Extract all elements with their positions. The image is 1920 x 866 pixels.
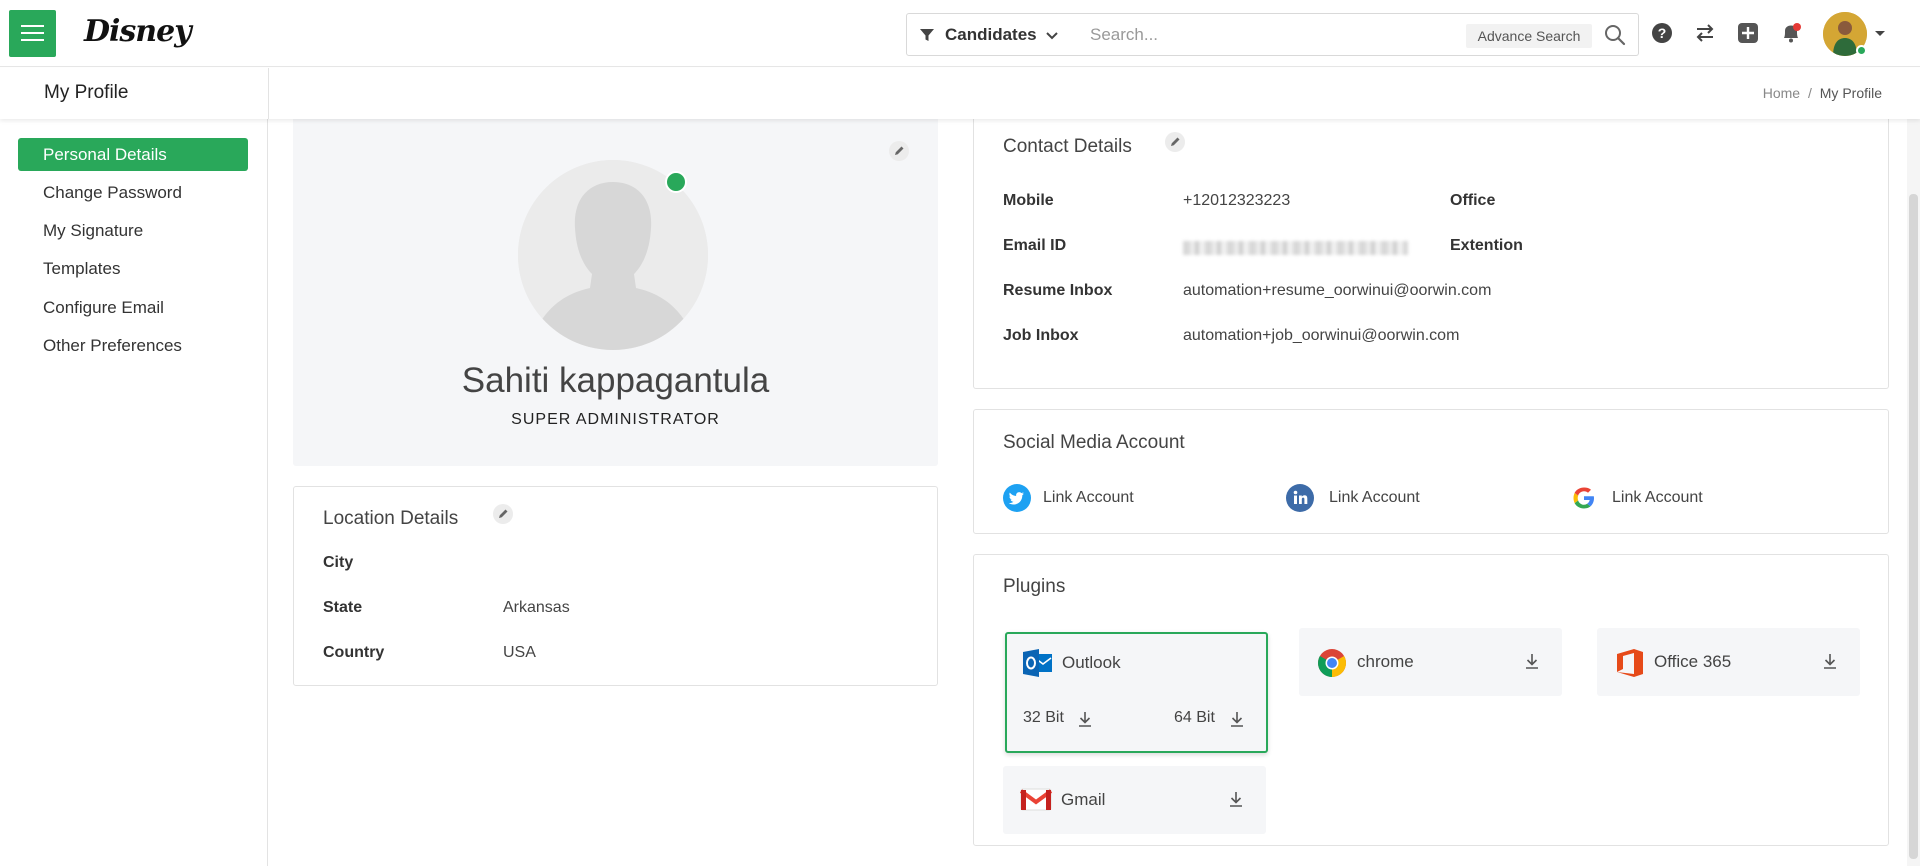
profile-online-dot — [665, 171, 687, 193]
edit-profile-button[interactable] — [889, 141, 909, 161]
chrome-icon — [1318, 649, 1346, 677]
sidebar-item-configure-email[interactable]: Configure Email — [18, 291, 248, 324]
chrome-plugin-card[interactable]: chrome — [1299, 628, 1562, 696]
mobile-value: +12012323223 — [1183, 192, 1291, 209]
breadcrumb: Home / My Profile — [1763, 85, 1882, 101]
edit-location-button[interactable] — [493, 504, 513, 524]
office365-icon — [1617, 649, 1643, 677]
breadcrumb-separator: / — [1807, 85, 1812, 101]
country-label: Country — [323, 644, 385, 661]
location-details-title: Location Details — [323, 508, 459, 529]
mobile-label: Mobile — [1003, 192, 1054, 209]
app-logo[interactable]: Disney — [84, 14, 192, 49]
download-64bit-icon[interactable] — [1228, 710, 1246, 728]
download-office365-icon[interactable] — [1821, 652, 1839, 670]
location-details-card: Location Details City State Arkansas Cou… — [293, 486, 938, 686]
page-scrollbar[interactable] — [1907, 119, 1920, 866]
state-label: State — [323, 599, 363, 616]
sidebar: Personal Details Change Password My Sign… — [0, 119, 268, 866]
download-chrome-icon[interactable] — [1523, 652, 1541, 670]
add-icon[interactable] — [1737, 22, 1759, 44]
pencil-icon — [499, 509, 508, 518]
search-box: Advance Search — [1076, 13, 1639, 56]
edit-contact-button[interactable] — [1165, 132, 1185, 152]
gmail-icon — [1020, 788, 1052, 811]
header-divider — [268, 68, 269, 119]
city-label: City — [323, 554, 354, 571]
profile-role: SUPER ADMINISTRATOR — [511, 411, 720, 428]
resume-inbox-label: Resume Inbox — [1003, 282, 1113, 299]
contact-details-card: Contact Details Mobile +12012323223 Offi… — [973, 112, 1889, 389]
gmail-plugin-card[interactable]: Gmail — [1003, 766, 1266, 834]
outlook-plugin-card[interactable]: Outlook 32 Bit 64 Bit — [1005, 632, 1268, 753]
google-link-label: Link Account — [1612, 489, 1703, 506]
download-gmail-icon[interactable] — [1227, 790, 1245, 808]
bell-icon[interactable] — [1780, 22, 1802, 44]
chevron-down-icon — [1046, 32, 1058, 40]
twitter-icon — [1003, 484, 1031, 512]
top-bar: Disney Candidates Advance Search ? — [0, 0, 1920, 67]
plugins-title: Plugins — [1003, 576, 1066, 597]
search-filter-dropdown[interactable]: Candidates — [906, 13, 1077, 56]
office365-plugin-card[interactable]: Office 365 — [1597, 628, 1860, 696]
sidebar-item-change-password[interactable]: Change Password — [18, 176, 248, 209]
sidebar-item-personal-details[interactable]: Personal Details — [18, 138, 248, 171]
email-label: Email ID — [1003, 237, 1067, 254]
email-value-redacted — [1183, 241, 1408, 255]
scrollbar-thumb[interactable] — [1909, 194, 1918, 859]
hamburger-menu-button[interactable] — [9, 10, 56, 57]
caret-down-icon[interactable] — [1874, 30, 1886, 38]
google-link-account[interactable]: Link Account — [1570, 484, 1770, 512]
filter-icon — [920, 29, 934, 41]
pencil-icon — [1171, 137, 1180, 146]
resume-inbox-value: automation+resume_oorwinui@oorwin.com — [1183, 282, 1492, 299]
profile-name: Sahiti kappagantula — [461, 361, 770, 400]
extention-label: Extention — [1450, 237, 1523, 254]
sidebar-item-my-signature[interactable]: My Signature — [18, 214, 248, 247]
sidebar-item-other-preferences[interactable]: Other Preferences — [18, 329, 248, 362]
switch-icon[interactable] — [1694, 22, 1716, 44]
outlook-64bit-label[interactable]: 64 Bit — [1174, 709, 1215, 727]
office-label: Office — [1450, 192, 1496, 209]
job-inbox-value: automation+job_oorwinui@oorwin.com — [1183, 327, 1460, 344]
social-media-title: Social Media Account — [1003, 432, 1185, 453]
office365-plugin-name: Office 365 — [1654, 652, 1732, 671]
page-title: My Profile — [44, 82, 129, 103]
search-icon[interactable] — [1604, 24, 1626, 46]
filter-label: Candidates — [945, 25, 1037, 44]
online-status-dot — [1856, 45, 1867, 56]
job-inbox-label: Job Inbox — [1003, 327, 1079, 344]
page-header: My Profile Home / My Profile — [0, 68, 1920, 119]
social-media-card: Social Media Account Link Account Link A… — [973, 409, 1889, 534]
breadcrumb-current: My Profile — [1819, 85, 1882, 101]
state-value: Arkansas — [503, 599, 570, 616]
country-value: USA — [503, 644, 536, 661]
outlook-icon — [1023, 649, 1052, 677]
google-icon — [1573, 487, 1594, 509]
linkedin-link-label: Link Account — [1329, 489, 1420, 506]
linkedin-icon — [1286, 484, 1314, 512]
twitter-link-label: Link Account — [1043, 489, 1134, 506]
pencil-icon — [895, 146, 904, 155]
outlook-32bit-label[interactable]: 32 Bit — [1023, 709, 1064, 727]
download-32bit-icon[interactable] — [1076, 710, 1094, 728]
chrome-plugin-name: chrome — [1357, 652, 1414, 671]
help-icon[interactable]: ? — [1651, 22, 1673, 44]
advance-search-button[interactable]: Advance Search — [1466, 24, 1592, 48]
breadcrumb-home[interactable]: Home — [1763, 85, 1800, 101]
plugins-card: Plugins Outlook 32 Bit 64 Bit chrome Off… — [973, 554, 1889, 846]
svg-text:?: ? — [1658, 25, 1667, 41]
contact-details-title: Contact Details — [1003, 136, 1132, 157]
gmail-plugin-name: Gmail — [1061, 790, 1106, 809]
search-input[interactable] — [1090, 24, 1450, 46]
twitter-link-account[interactable]: Link Account — [1003, 484, 1203, 512]
outlook-plugin-name: Outlook — [1062, 653, 1121, 672]
linkedin-link-account[interactable]: Link Account — [1286, 484, 1486, 512]
profile-card: Sahiti kappagantula SUPER ADMINISTRATOR — [293, 119, 938, 466]
sidebar-item-templates[interactable]: Templates — [18, 252, 248, 285]
